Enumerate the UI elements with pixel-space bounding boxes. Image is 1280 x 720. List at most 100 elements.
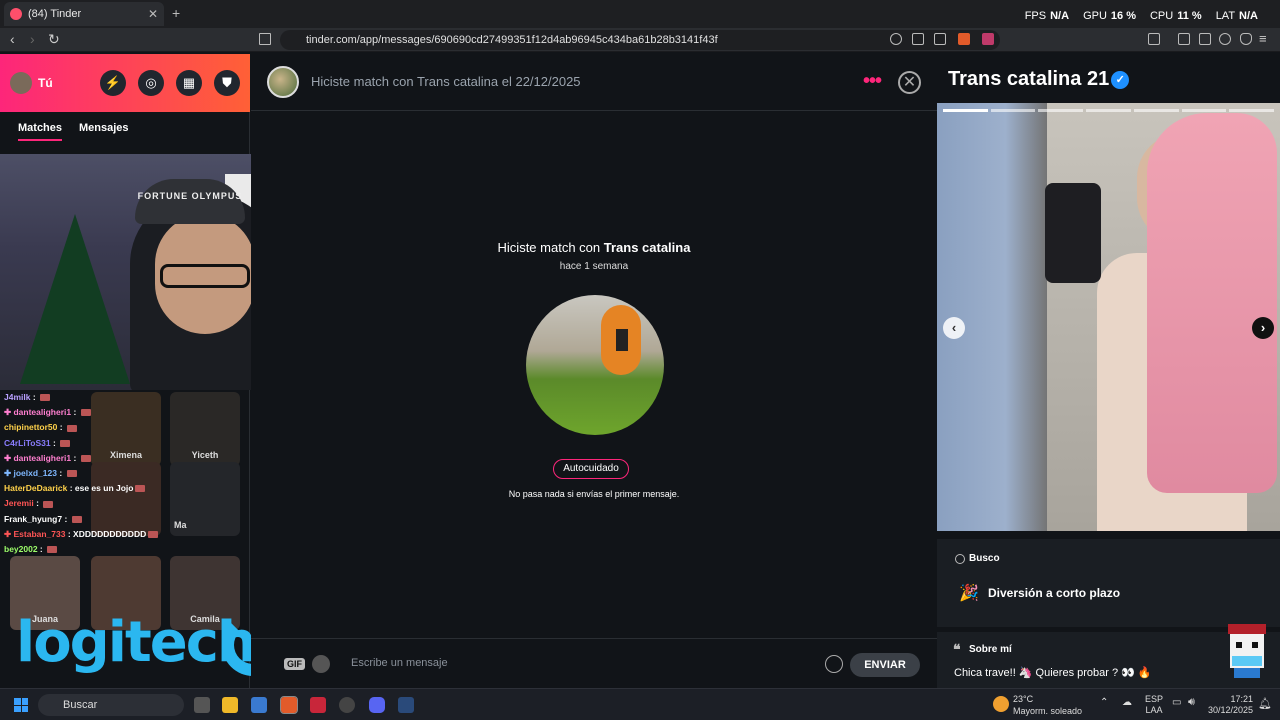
chat-username: Frank_hyung7 [4,513,63,524]
forward-icon[interactable]: › [30,31,35,47]
taskbar-search[interactable]: Buscar [38,694,184,716]
party-icon: 🎉 [959,585,979,602]
chat-header-title: Hiciste match con Trans catalina el 22/1… [311,74,581,89]
menu-icon[interactable]: ≡ [1259,31,1267,46]
tab-messages[interactable]: Mensajes [79,122,129,134]
fps-value: N/A [1050,10,1070,22]
profile-photo[interactable]: ‹ › [937,103,1280,531]
photo-progress-segment[interactable] [943,109,988,112]
volume-icon[interactable]: 🔊︎ [1188,696,1195,709]
tray-chevron-icon[interactable]: ⌃ [1100,697,1108,708]
store-icon[interactable] [251,697,267,713]
more-options-icon[interactable]: ••• [863,70,882,93]
chat-separator: : [67,483,75,494]
glasses [160,264,250,288]
bookmark-icon[interactable] [259,33,271,45]
briefcase-icon[interactable]: ▦ [176,70,202,96]
tab-matches[interactable]: Matches [18,122,63,141]
onedrive-icon[interactable]: ☁ [1122,697,1132,708]
weather-icon[interactable] [993,696,1009,712]
cast-icon[interactable] [912,33,924,45]
brave-shield-icon[interactable] [958,33,970,45]
rewards-icon[interactable] [982,33,994,45]
spotify-icon[interactable] [312,655,330,673]
chat-username: bey2002 [4,543,38,554]
chat-header: Hiciste match con Trans catalina el 22/1… [251,54,937,111]
location-icon[interactable] [890,33,902,45]
pixel-mascot-icon [1228,624,1266,678]
lat-label: LAT [1215,10,1236,22]
message-input[interactable]: Escribe un mensaje [351,657,448,669]
chat-emote-icon [135,485,146,493]
chat-emote-icon [148,530,159,538]
leo-ai-icon[interactable] [1219,33,1231,45]
next-photo-icon[interactable]: › [1252,317,1274,339]
logitech-logo: logitech [16,610,257,675]
network-icon[interactable]: ▭ [1172,697,1181,708]
stream-app-icon[interactable] [310,697,326,713]
match-title: Hiciste match con Trans catalina [251,240,937,255]
share-icon[interactable] [934,33,946,45]
streamer-cap: FORTUNE OLYMPUS [135,179,245,224]
language-indicator[interactable]: ESP LAA [1145,694,1163,716]
safety-shield-icon[interactable]: ⛊ [214,70,240,96]
task-view-icon[interactable] [194,697,210,713]
photo-phone [1045,183,1101,283]
looking-for-value: Diversión a corto plazo [988,586,1121,600]
cpu-label: CPU [1149,10,1174,22]
weather-temp: 23°C [1013,694,1034,704]
boost-icon[interactable]: ⚡ [100,70,126,96]
steam-icon[interactable] [398,697,414,713]
sidebar-tabs: Matches Mensajes [0,112,250,152]
browser-tab-bar: (84) Tinder ✕ + FPS N/A GPU 16 % CPU 11 % L… [0,0,1280,28]
vpn-shield-icon[interactable] [1240,33,1252,45]
system-clock[interactable]: 17:21 30/12/2025 [1208,694,1253,716]
profile-name: Trans catalina [948,68,1082,90]
new-tab-button[interactable]: + [172,5,180,21]
photo-progress-segment[interactable] [1229,109,1274,112]
tab-close-icon[interactable]: ✕ [148,7,158,21]
browser-tab[interactable]: (84) Tinder ✕ [4,2,164,26]
windows-start-icon[interactable] [14,698,28,712]
chat-separator: : [71,452,79,463]
back-icon[interactable]: ‹ [10,31,15,47]
explore-compass-icon[interactable]: ◎ [138,70,164,96]
user-name[interactable]: Tú [38,76,53,90]
reload-icon[interactable]: ↻ [48,31,60,48]
region-code: LAA [1145,705,1163,715]
brave-browser-icon[interactable] [280,696,298,714]
chat-message: ese es un Jojo [74,483,134,494]
chat-username: HaterDeDaarick [4,483,68,494]
match-photo[interactable] [526,295,664,435]
file-explorer-icon[interactable] [222,697,238,713]
match-avatar[interactable] [267,66,299,98]
cpu-value: 11 % [1177,10,1202,22]
sidebar-toggle-icon[interactable] [1178,33,1190,45]
wallet-icon[interactable] [1199,33,1211,45]
photo-progress-segment[interactable] [1038,109,1084,112]
chat-emote-icon [80,455,91,462]
previous-photo-icon[interactable]: ‹ [943,317,965,339]
gif-button[interactable]: GIF [284,658,305,670]
photo-progress-segment[interactable] [1181,109,1227,112]
send-button[interactable]: ENVIAR [850,653,920,677]
clock-date: 30/12/2025 [1208,705,1254,715]
photo-progress-segment[interactable] [1086,109,1131,112]
reader-mode-icon[interactable] [1148,33,1160,45]
emoji-icon[interactable] [825,655,843,673]
discord-icon[interactable] [369,697,385,713]
weather-widget[interactable]: 23°C Mayorm. soleado [1013,693,1082,717]
notifications-icon[interactable]: 🔔︎ [1258,697,1272,710]
photo-progress-segment[interactable] [990,109,1036,112]
chat-emote-icon [43,500,54,508]
obs-icon[interactable] [339,697,355,713]
user-avatar[interactable] [10,72,32,94]
close-chat-icon[interactable]: ✕ [898,71,921,94]
photo-progress-segment[interactable] [1133,109,1179,112]
chat-username: J4milk [4,392,31,402]
chat-username: ✚ dantealigheri1 [4,452,72,463]
windows-taskbar: Buscar 23°C Mayorm. soleado ⌃ ☁ ESP LAA … [0,688,1280,720]
sidebar-header: Tú ⚡ ◎ ▦ ⛊ [0,54,250,112]
profile-title: Trans catalina 21 ✓ [948,68,1130,91]
chat-separator: : [37,543,46,554]
